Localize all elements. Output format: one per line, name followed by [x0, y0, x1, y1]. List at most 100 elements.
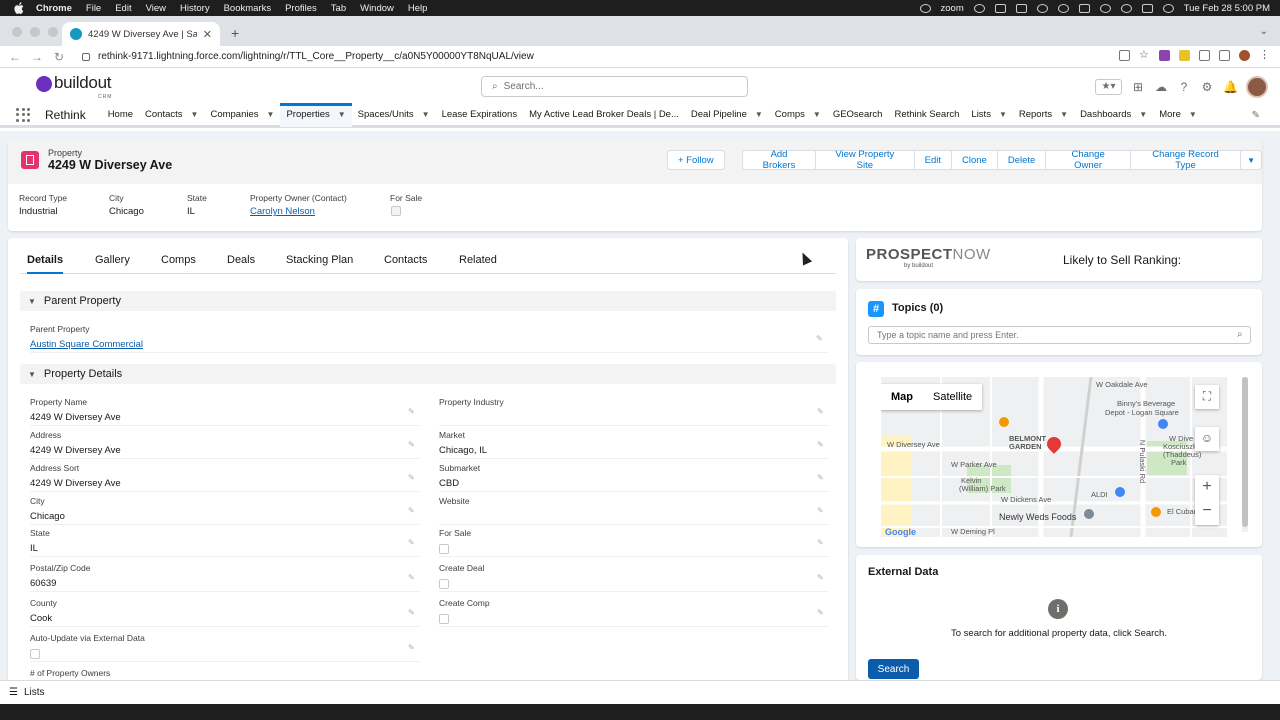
- sidepanel-icon[interactable]: [1219, 50, 1230, 61]
- setup-gear-icon[interactable]: ⚙: [1200, 80, 1214, 94]
- nav-item-contacts[interactable]: Contacts ▼: [139, 103, 204, 127]
- street-view-pegman-icon[interactable]: ☺: [1195, 427, 1219, 451]
- menu-bookmarks[interactable]: Bookmarks: [224, 3, 272, 14]
- delete-button[interactable]: Delete: [997, 150, 1047, 170]
- pencil-icon[interactable]: ✎: [817, 407, 825, 416]
- map-button[interactable]: Map: [881, 384, 923, 410]
- bluetooth-icon[interactable]: [1057, 3, 1069, 13]
- menu-history[interactable]: History: [180, 3, 210, 14]
- minimize-window-button[interactable]: [30, 27, 40, 37]
- clock[interactable]: Tue Feb 28 5:00 PM: [1184, 3, 1270, 14]
- apple-icon[interactable]: [12, 2, 26, 14]
- tab-details[interactable]: Details: [27, 248, 64, 274]
- section-property-details[interactable]: ▼ Property Details: [20, 364, 836, 384]
- puzzle-icon[interactable]: [1199, 50, 1210, 61]
- help-icon[interactable]: ?: [1177, 80, 1191, 94]
- menu-tab[interactable]: Tab: [331, 3, 346, 14]
- nav-item-my-active-deals[interactable]: My Active Lead Broker Deals | De...: [523, 103, 685, 127]
- chevron-down-icon[interactable]: ▼: [267, 110, 275, 119]
- pencil-icon[interactable]: ✎: [408, 608, 416, 617]
- pencil-icon[interactable]: ✎: [817, 506, 825, 515]
- chevron-down-icon[interactable]: ▼: [1060, 110, 1068, 119]
- battery-icon[interactable]: [1078, 3, 1090, 13]
- close-tab-icon[interactable]: ✕: [203, 28, 212, 41]
- pencil-icon[interactable]: ✎: [408, 440, 416, 449]
- nav-item-deal-pipeline[interactable]: Deal Pipeline ▼: [685, 103, 769, 127]
- pencil-icon[interactable]: ✎: [408, 473, 416, 482]
- menu-edit[interactable]: Edit: [115, 3, 131, 14]
- wifi-icon[interactable]: [1099, 3, 1111, 13]
- favorites-star-icon[interactable]: ★▾: [1095, 79, 1122, 95]
- chevron-down-icon[interactable]: ▼: [755, 110, 763, 119]
- bookmark-star-icon[interactable]: ☆: [1139, 50, 1150, 61]
- pencil-icon[interactable]: ✎: [817, 538, 825, 547]
- add-brokers-button[interactable]: Add Brokers: [742, 149, 817, 171]
- poi-icon[interactable]: [999, 417, 1009, 427]
- menu-view[interactable]: View: [146, 3, 166, 14]
- screen-status-icon[interactable]: [1015, 3, 1027, 13]
- reload-icon[interactable]: ↻: [48, 50, 70, 64]
- nav-item-geosearch[interactable]: GEOsearch: [827, 103, 889, 127]
- zoom-out-button[interactable]: −: [1195, 499, 1219, 523]
- browser-tab[interactable]: 4249 W Diversey Ave | Salesfo ✕: [62, 22, 220, 46]
- kebab-menu-icon[interactable]: ⋮: [1259, 50, 1270, 61]
- follow-button[interactable]: + Follow: [667, 150, 725, 170]
- chevron-down-icon[interactable]: ▼: [338, 110, 346, 119]
- more-actions-button[interactable]: ▼: [1241, 150, 1262, 170]
- poi-icon[interactable]: [1158, 419, 1168, 429]
- change-owner-button[interactable]: Change Owner: [1046, 149, 1131, 171]
- pencil-icon[interactable]: ✎: [817, 440, 825, 449]
- pencil-icon[interactable]: ✎: [408, 643, 416, 652]
- close-window-button[interactable]: [12, 27, 22, 37]
- chevron-down-icon[interactable]: ▼: [191, 110, 199, 119]
- menu-help[interactable]: Help: [408, 3, 428, 14]
- tab-stacking-plan[interactable]: Stacking Plan: [286, 248, 353, 274]
- chevron-down-icon[interactable]: ▼: [1189, 110, 1197, 119]
- pencil-icon[interactable]: ✎: [816, 334, 824, 343]
- extension-icon[interactable]: [1179, 50, 1190, 61]
- zoom-in-button[interactable]: +: [1195, 475, 1219, 499]
- siri-icon[interactable]: [1162, 3, 1174, 13]
- map-scrollbar[interactable]: [1242, 377, 1248, 532]
- satellite-button[interactable]: Satellite: [923, 384, 982, 410]
- extension-icon[interactable]: [1159, 50, 1170, 61]
- nav-item-comps[interactable]: Comps ▼: [769, 103, 827, 127]
- profile-icon[interactable]: [1239, 50, 1250, 61]
- buildout-logo[interactable]: buildout CRM: [36, 74, 111, 100]
- pencil-icon[interactable]: ✎: [408, 506, 416, 515]
- nav-item-reports[interactable]: Reports ▼: [1013, 103, 1074, 127]
- pencil-icon[interactable]: ✎: [817, 573, 825, 582]
- zoom-window-button[interactable]: [48, 27, 58, 37]
- nav-item-spaces-units[interactable]: Spaces/Units ▼: [352, 103, 436, 127]
- utility-lists[interactable]: Lists: [24, 687, 45, 698]
- notifications-bell-icon[interactable]: 🔔: [1223, 80, 1238, 94]
- global-create-icon[interactable]: ⊞: [1131, 80, 1145, 94]
- gear-status-icon[interactable]: [973, 3, 985, 13]
- address-bar[interactable]: rethink-9171.lightning.force.com/lightni…: [76, 48, 1196, 66]
- fullscreen-icon[interactable]: ⛶: [1195, 385, 1219, 409]
- pencil-icon[interactable]: ✎: [408, 573, 416, 582]
- tab-search-icon[interactable]: ⌄: [1260, 26, 1268, 37]
- tab-deals[interactable]: Deals: [227, 248, 255, 274]
- spotlight-icon[interactable]: [1120, 3, 1132, 13]
- pencil-icon[interactable]: ✎: [817, 473, 825, 482]
- menu-chrome[interactable]: Chrome: [36, 3, 72, 14]
- poi-icon[interactable]: [1084, 509, 1094, 519]
- window-status-icon[interactable]: [994, 3, 1006, 13]
- change-record-type-button[interactable]: Change Record Type: [1130, 149, 1242, 171]
- nav-item-properties[interactable]: Properties ▼: [280, 102, 352, 127]
- clone-button[interactable]: Clone: [952, 150, 998, 170]
- pencil-icon[interactable]: ✎: [408, 407, 416, 416]
- user-avatar[interactable]: [1246, 76, 1268, 98]
- map-view[interactable]: Map Satellite W Oakdale Ave Binny's Beve…: [881, 377, 1227, 537]
- tab-gallery[interactable]: Gallery: [95, 248, 130, 274]
- nav-item-dashboards[interactable]: Dashboards ▼: [1074, 103, 1153, 127]
- edit-button[interactable]: Edit: [914, 150, 953, 170]
- pencil-icon[interactable]: ✎: [817, 608, 825, 617]
- poi-icon[interactable]: [1151, 507, 1161, 517]
- bird-status-icon[interactable]: [1036, 3, 1048, 13]
- topic-input[interactable]: [868, 326, 1251, 344]
- chevron-down-icon[interactable]: ▼: [999, 110, 1007, 119]
- menu-window[interactable]: Window: [360, 3, 394, 14]
- nav-item-home[interactable]: Home: [102, 103, 139, 127]
